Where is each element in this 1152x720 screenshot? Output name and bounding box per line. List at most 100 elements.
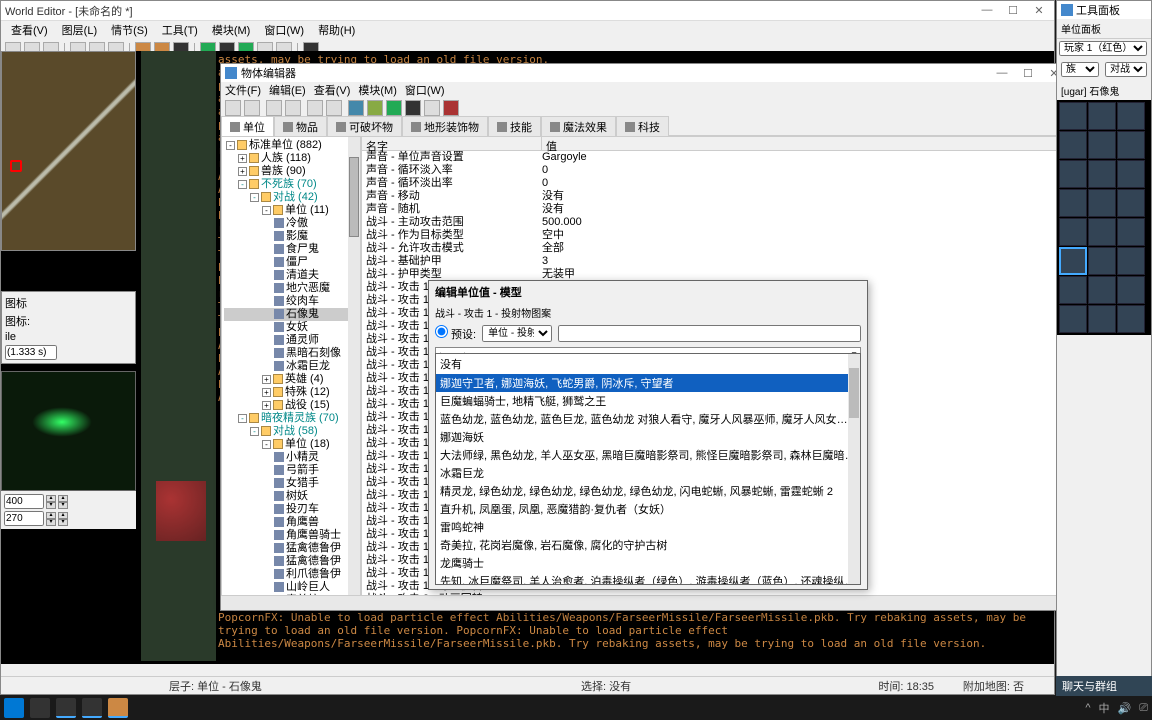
frame-input[interactable] xyxy=(5,345,57,360)
dlg-subtitle: 战斗 - 攻击 1 - 投射物图案 xyxy=(429,303,867,322)
property-row[interactable]: 声音 - 移动没有 xyxy=(362,190,1068,203)
property-row[interactable]: 声音 - 循环淡入率0 xyxy=(362,164,1068,177)
dropdown-item[interactable]: 龙鹰骑士 xyxy=(436,554,860,572)
oe-icon xyxy=(225,67,237,79)
property-row[interactable]: 声音 - 循环淡出率0 xyxy=(362,177,1068,190)
cursor-icon xyxy=(10,160,22,172)
oe-h-scrollbar[interactable] xyxy=(221,596,1069,610)
tree-selected[interactable]: 石像鬼 xyxy=(224,308,358,321)
tray-ime[interactable]: 中 xyxy=(1098,700,1109,716)
property-row[interactable]: 声音 - 单位声音设置Gargoyle xyxy=(362,151,1068,164)
oe-menubar: 文件(F) 编辑(E) 查看(V) 模块(M) 窗口(W) xyxy=(221,82,1069,98)
tab-destructibles[interactable]: 可破坏物 xyxy=(327,116,402,138)
dropdown-item[interactable]: 雷鸣蛇神 xyxy=(436,518,860,536)
y-up[interactable]: ▴ xyxy=(46,512,56,519)
start-button[interactable] xyxy=(4,698,24,718)
tab-items[interactable]: 物品 xyxy=(274,116,327,138)
tab-doodads[interactable]: 地形装饰物 xyxy=(402,116,488,138)
oe-tb-paste[interactable] xyxy=(285,100,301,116)
tree-scrollbar[interactable] xyxy=(348,137,360,595)
tray-up-icon[interactable]: ^ xyxy=(1085,702,1090,714)
property-row[interactable]: 战斗 - 主动攻击范围500.000 xyxy=(362,216,1068,229)
dropdown-item[interactable]: 巨魔蝙蝠骑士, 地精飞艇, 狮鹫之王 xyxy=(436,392,860,410)
tab-units[interactable]: 单位 xyxy=(221,116,274,138)
oe-tb-b[interactable] xyxy=(367,100,383,116)
tab-upgrades[interactable]: 科技 xyxy=(616,116,669,138)
oe-maximize[interactable]: ☐ xyxy=(1021,67,1035,80)
oe-tb-f[interactable] xyxy=(443,100,459,116)
y-down[interactable]: ▾ xyxy=(46,519,56,526)
oe-tb-find[interactable] xyxy=(307,100,323,116)
minimize-button[interactable]: — xyxy=(980,4,994,17)
property-row[interactable]: 声音 - 随机没有 xyxy=(362,203,1068,216)
coord-panel: ▴▾ ▴▾ ▴▾ ▴▾ xyxy=(1,491,136,529)
menu-scene[interactable]: 情节(S) xyxy=(105,21,154,39)
property-row[interactable]: 战斗 - 允许攻击模式全部 xyxy=(362,242,1068,255)
main-3d-viewport[interactable] xyxy=(141,51,226,661)
x-down[interactable]: ▾ xyxy=(46,502,56,509)
palette-selected[interactable] xyxy=(1059,247,1087,275)
unit-palette-grid xyxy=(1057,100,1151,335)
dropdown-scrollbar[interactable] xyxy=(848,354,860,584)
tree-root[interactable]: -标准单位 (882) xyxy=(224,139,358,152)
property-row[interactable]: 战斗 - 基础护甲3 xyxy=(362,255,1068,268)
palette-cell[interactable] xyxy=(1059,102,1087,130)
dropdown-item[interactable]: 冰霜巨龙 xyxy=(436,464,860,482)
tray-net-icon[interactable]: ⎚ xyxy=(1139,702,1148,715)
task-1[interactable] xyxy=(30,698,50,718)
x-up[interactable]: ▴ xyxy=(46,495,56,502)
dropdown-item[interactable]: 直升机, 凤凰蛋, 凤凰, 恶魔猎韵·复仇者（女妖） xyxy=(436,500,860,518)
radio-preset[interactable]: 预设: xyxy=(435,325,476,342)
preset-select[interactable]: 单位 - 投射物 xyxy=(482,325,552,342)
coord-x[interactable] xyxy=(4,494,44,509)
dlg-title: 编辑单位值 - 模型 xyxy=(429,281,867,303)
menu-layer[interactable]: 图层(L) xyxy=(56,21,103,39)
preset-text[interactable] xyxy=(558,325,861,342)
oe-tb-new[interactable] xyxy=(225,100,241,116)
task-2[interactable] xyxy=(56,698,76,718)
chat-panel[interactable]: 聊天与群组 xyxy=(1056,676,1152,696)
task-4[interactable] xyxy=(108,698,128,718)
menu-window[interactable]: 窗口(W) xyxy=(258,21,310,39)
menu-tool[interactable]: 工具(T) xyxy=(156,21,204,39)
oe-tb-c[interactable] xyxy=(386,100,402,116)
coord-y[interactable] xyxy=(4,511,44,526)
property-row[interactable]: 战斗 - 作为目标类型空中 xyxy=(362,229,1068,242)
menu-view[interactable]: 查看(V) xyxy=(5,21,54,39)
menu-help[interactable]: 帮助(H) xyxy=(312,21,361,39)
oe-tb-e[interactable] xyxy=(424,100,440,116)
oe-menu-view[interactable]: 查看(V) xyxy=(314,82,351,98)
dropdown-item[interactable]: 娜迦海妖 xyxy=(436,428,860,446)
melee-select[interactable]: 对战 xyxy=(1105,62,1147,77)
taskbar: ^ 中 🔊 ⎚ xyxy=(0,696,1152,720)
dropdown-item[interactable]: 奇美拉, 花岗岩魔像, 岩石魔像, 腐化的守护古树 xyxy=(436,536,860,554)
oe-menu-module[interactable]: 模块(M) xyxy=(358,82,397,98)
oe-tb-open[interactable] xyxy=(244,100,260,116)
tray-volume-icon[interactable]: 🔊 xyxy=(1117,702,1131,715)
menu-module[interactable]: 模块(M) xyxy=(206,21,257,39)
oe-menu-file[interactable]: 文件(F) xyxy=(225,82,261,98)
dropdown-item[interactable]: 精灵龙, 绿色幼龙, 绿色幼龙, 绿色幼龙, 绿色幼龙, 闪电蛇蜥, 风暴蛇蜥,… xyxy=(436,482,860,500)
dropdown-selected[interactable]: 娜迦守卫者, 娜迦海妖, 飞蛇男爵, 阴冰斥, 守望者 xyxy=(436,374,860,392)
minimap-viewport[interactable] xyxy=(1,51,136,251)
oe-menu-edit[interactable]: 编辑(E) xyxy=(269,82,306,98)
preview-viewport[interactable] xyxy=(1,371,136,491)
maximize-button[interactable]: ☐ xyxy=(1006,4,1020,17)
race-select[interactable]: 族 xyxy=(1061,62,1099,77)
tab-buffs[interactable]: 魔法效果 xyxy=(541,116,616,138)
close-button[interactable]: ✕ xyxy=(1032,4,1046,17)
player-select[interactable]: 玩家 1（红色） xyxy=(1059,41,1147,56)
tab-abilities[interactable]: 技能 xyxy=(488,116,541,138)
oe-tb-copy[interactable] xyxy=(266,100,282,116)
main-menubar: 查看(V) 图层(L) 情节(S) 工具(T) 模块(M) 窗口(W) 帮助(H… xyxy=(1,21,1054,39)
oe-tb-d[interactable] xyxy=(405,100,421,116)
dropdown-item[interactable]: 蓝色幼龙, 蓝色幼龙, 蓝色巨龙, 蓝色幼龙 对狼人看守, 魔牙人风暴巫师, 魔… xyxy=(436,410,860,428)
oe-tb-reset[interactable] xyxy=(326,100,342,116)
oe-tb-a[interactable] xyxy=(348,100,364,116)
dropdown-item[interactable]: 先知, 冰巨魔祭司, 羊人治愈者, 泊毒操纵者（绿色）, 游毒操纵者（蓝色）, … xyxy=(436,572,860,585)
oe-menu-window[interactable]: 窗口(W) xyxy=(405,82,445,98)
oe-minimize[interactable]: — xyxy=(995,67,1009,80)
task-3[interactable] xyxy=(82,698,102,718)
tool-palette: 工具面板 单位面板 玩家 1（红色） 族 对战 [ugar] 石像鬼 xyxy=(1056,0,1152,695)
dropdown-item[interactable]: 大法师绿, 黑色幼龙, 羊人巫女巫, 黑暗巨魔暗影祭司, 熊怪巨魔暗影祭司, 森… xyxy=(436,446,860,464)
